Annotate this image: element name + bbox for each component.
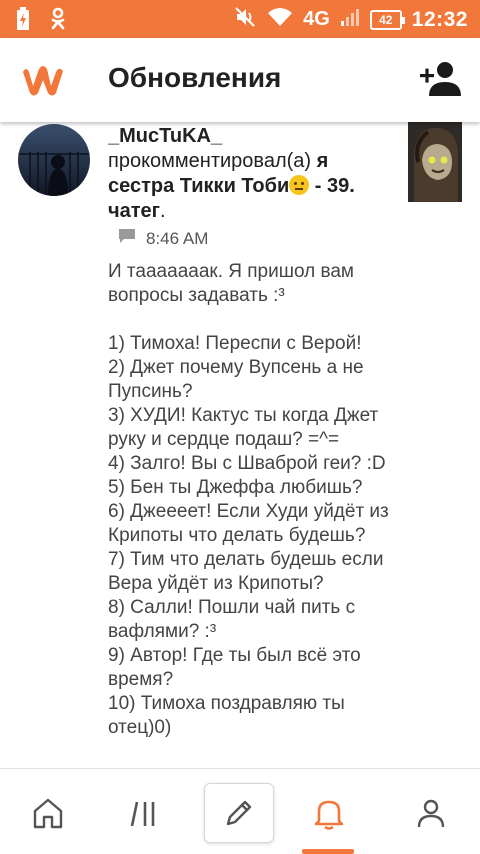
status-bar: 4G 42 12:32 bbox=[0, 0, 480, 38]
neutral-face-emoji-icon bbox=[289, 175, 310, 195]
action-text: прокомментировал(а) bbox=[108, 150, 312, 172]
comment-icon bbox=[118, 228, 136, 249]
wifi-icon bbox=[267, 6, 293, 33]
battery-charging-icon bbox=[16, 7, 30, 36]
page-title: Обновления bbox=[108, 62, 282, 93]
home-icon[interactable] bbox=[13, 783, 83, 843]
battery-indicator: 42 bbox=[369, 9, 405, 30]
write-icon[interactable] bbox=[204, 783, 274, 843]
comment-text: И таааааaак. Я пришол вам вопросы задава… bbox=[108, 261, 389, 738]
username-link[interactable]: _MucTuKA_ bbox=[108, 125, 222, 147]
headline-period: . bbox=[159, 200, 166, 222]
clock: 12:32 bbox=[411, 7, 468, 31]
notification-headline[interactable]: _MucTuKA_ прокомментировал(а) я сестра Т… bbox=[108, 124, 398, 224]
mute-icon bbox=[233, 5, 257, 34]
bottom-nav bbox=[0, 768, 480, 854]
app-bar: Обновления bbox=[0, 38, 480, 122]
notifications-icon[interactable] bbox=[294, 783, 364, 843]
comment-time: 8:46 AM bbox=[146, 228, 209, 248]
network-type: 4G bbox=[303, 8, 330, 30]
comment-meta: 8:46 AM bbox=[118, 228, 208, 249]
profile-icon[interactable] bbox=[396, 783, 466, 843]
wattpad-logo[interactable] bbox=[18, 60, 68, 100]
add-user-icon[interactable] bbox=[418, 60, 462, 98]
avatar[interactable] bbox=[18, 124, 90, 196]
signal-icon bbox=[340, 7, 360, 32]
active-tab-indicator bbox=[302, 849, 354, 854]
story-cover-thumbnail[interactable] bbox=[408, 122, 462, 202]
notification-feed: _MucTuKA_ прокомментировал(а) я сестра Т… bbox=[0, 122, 480, 768]
library-icon[interactable] bbox=[109, 783, 179, 843]
odnoklassniki-icon bbox=[50, 7, 66, 36]
